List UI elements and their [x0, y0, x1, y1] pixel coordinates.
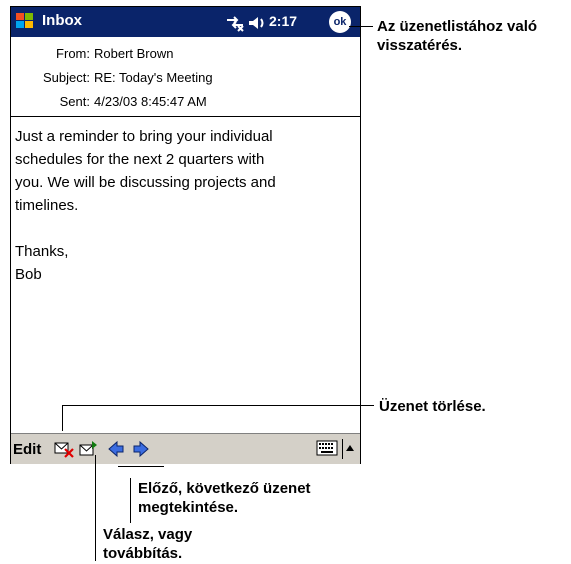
- sent-label: Sent:: [59, 94, 90, 109]
- pocketpc-screen: Inbox 2:17 ok From: Robert Brown Subject…: [10, 6, 361, 464]
- command-bar: Edit: [11, 433, 360, 464]
- body-gap: [15, 217, 355, 240]
- subject-row: Subject: RE: Today's Meeting: [11, 70, 360, 92]
- input-panel-arrow-icon[interactable]: [346, 445, 354, 451]
- body-line: you. We will be discussing projects and: [15, 174, 276, 191]
- from-label: From:: [56, 46, 90, 61]
- body-line: Thanks,: [15, 243, 69, 260]
- from-value: Robert Brown: [94, 46, 174, 61]
- next-message-icon[interactable]: [131, 440, 151, 458]
- body-line: Bob: [15, 266, 42, 283]
- message-header: From: Robert Brown Subject: RE: Today's …: [11, 38, 360, 117]
- callout-ok: Az üzenetlistához való visszatérés.: [377, 18, 538, 54]
- volume-icon[interactable]: [247, 14, 267, 32]
- title-bar: Inbox 2:17 ok: [11, 7, 360, 37]
- callout-line-ok: [349, 26, 373, 27]
- subject-label: Subject:: [43, 70, 90, 85]
- keyboard-icon[interactable]: [316, 440, 338, 456]
- ok-button[interactable]: ok: [329, 11, 351, 33]
- clock-time[interactable]: 2:17: [269, 13, 297, 29]
- body-line: timelines.: [15, 197, 79, 214]
- reply-forward-icon[interactable]: [79, 440, 99, 458]
- edit-menu[interactable]: Edit: [13, 441, 41, 458]
- callout-reply: Válasz, vagy továbbítás.: [103, 526, 193, 562]
- body-line: Just a reminder to bring your individual: [15, 128, 273, 145]
- connectivity-icon[interactable]: [225, 14, 245, 32]
- message-body: Just a reminder to bring your individual…: [15, 125, 355, 286]
- body-line: schedules for the next 2 quarters with: [15, 151, 265, 168]
- previous-message-icon[interactable]: [106, 440, 126, 458]
- subject-value: RE: Today's Meeting: [94, 70, 213, 85]
- callout-line-prevnext-v: [130, 478, 131, 523]
- callout-delete: Üzenet törlése.: [379, 398, 486, 415]
- toolbar-separator: [342, 439, 343, 459]
- callout-line-delete-v: [62, 405, 63, 431]
- windows-start-icon[interactable]: [14, 10, 36, 32]
- callout-line-prevnext-h: [118, 466, 164, 467]
- sent-row: Sent: 4/23/03 8:45:47 AM: [11, 94, 360, 116]
- callout-line-reply: [95, 455, 96, 561]
- callout-prevnext: Előző, következő üzenet megtekintése.: [138, 480, 311, 516]
- window-title: Inbox: [42, 12, 82, 29]
- delete-message-icon[interactable]: [54, 440, 74, 458]
- from-row: From: Robert Brown: [11, 46, 360, 68]
- sent-value: 4/23/03 8:45:47 AM: [94, 94, 207, 109]
- callout-line-delete-h: [62, 405, 374, 406]
